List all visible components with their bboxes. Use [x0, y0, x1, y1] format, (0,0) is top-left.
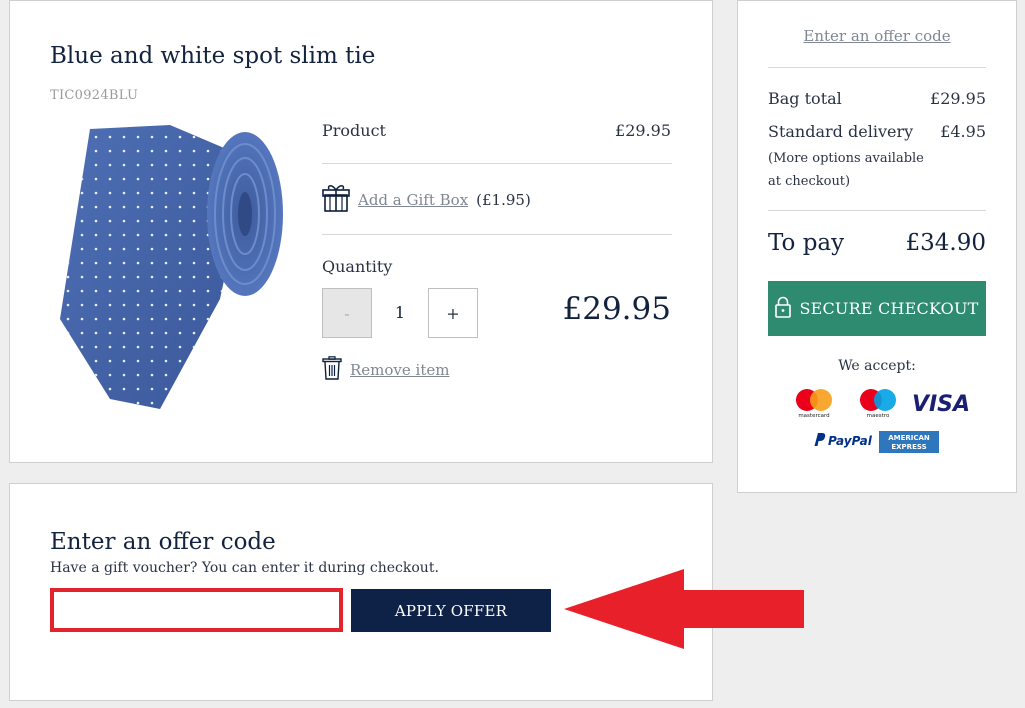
mastercard-icon: mastercard — [796, 389, 832, 419]
to-pay-label: To pay — [768, 230, 845, 256]
divider — [768, 210, 986, 211]
product-card: Blue and white spot slim tie TIC0924BLU — [9, 0, 713, 463]
we-accept-label: We accept: — [838, 358, 916, 374]
offer-code-title: Enter an offer code — [50, 529, 276, 555]
remove-item-row: Remove item — [322, 356, 449, 384]
paypal-icon: PayPal — [814, 433, 873, 448]
delivery-value: £4.95 — [940, 122, 986, 141]
svg-text:PayPal: PayPal — [828, 434, 873, 448]
secure-checkout-label: SECURE CHECKOUT — [799, 299, 979, 318]
quantity-decrease-button[interactable]: - — [322, 288, 372, 338]
product-label: Product — [322, 121, 386, 140]
product-price: £29.95 — [615, 121, 671, 140]
svg-text:mastercard: mastercard — [798, 413, 829, 419]
delivery-note: (More options available at checkout) — [768, 151, 924, 189]
svg-text:EXPRESS: EXPRESS — [891, 443, 926, 451]
gift-box-price: (£1.95) — [476, 191, 531, 209]
add-gift-box-link[interactable]: Add a Gift Box — [358, 191, 468, 209]
delivery-label: Standard delivery — [768, 122, 914, 141]
quantity-increase-button[interactable]: + — [428, 288, 478, 338]
to-pay-value: £34.90 — [905, 230, 986, 256]
trash-icon[interactable] — [322, 356, 342, 384]
red-arrow-annotation — [562, 568, 806, 650]
line-total-price: £29.95 — [562, 291, 671, 327]
divider — [768, 67, 986, 68]
enter-offer-code-link[interactable]: Enter an offer code — [738, 27, 1016, 45]
tie-image[interactable] — [50, 119, 290, 414]
maestro-icon: maestro — [860, 389, 896, 419]
to-pay-row: To pay £34.90 — [768, 230, 986, 256]
quantity-label: Quantity — [322, 257, 393, 276]
amex-icon: AMERICAN EXPRESS — [879, 431, 939, 453]
order-summary-card: Enter an offer code Bag total £29.95 Sta… — [737, 0, 1017, 493]
remove-item-link[interactable]: Remove item — [350, 361, 449, 379]
product-sku: TIC0924BLU — [50, 88, 139, 103]
secure-checkout-button[interactable]: SECURE CHECKOUT — [768, 281, 986, 336]
apply-offer-button[interactable]: APPLY OFFER — [351, 589, 551, 632]
gift-box-row: Add a Gift Box (£1.95) — [322, 183, 531, 217]
svg-text:maestro: maestro — [867, 413, 890, 419]
lock-icon — [775, 296, 792, 322]
divider — [322, 234, 672, 235]
offer-code-subtitle: Have a gift voucher? You can enter it du… — [50, 560, 439, 576]
visa-icon: VISA — [912, 392, 970, 417]
gift-box-icon[interactable] — [322, 183, 350, 217]
bag-total-label: Bag total — [768, 89, 842, 108]
svg-text:VISA: VISA — [912, 392, 970, 417]
offer-code-input[interactable] — [50, 588, 343, 632]
product-title: Blue and white spot slim tie — [50, 43, 376, 69]
quantity-value: 1 — [394, 303, 406, 322]
divider — [322, 163, 672, 164]
svg-text:AMERICAN: AMERICAN — [888, 434, 930, 442]
bag-total-value: £29.95 — [930, 89, 986, 108]
delivery-row: Standard delivery £4.95 — [768, 122, 986, 141]
payment-logos: mastercard maestro VISA PayPal AMERICAN — [738, 386, 1016, 456]
bag-total-row: Bag total £29.95 — [768, 89, 986, 108]
